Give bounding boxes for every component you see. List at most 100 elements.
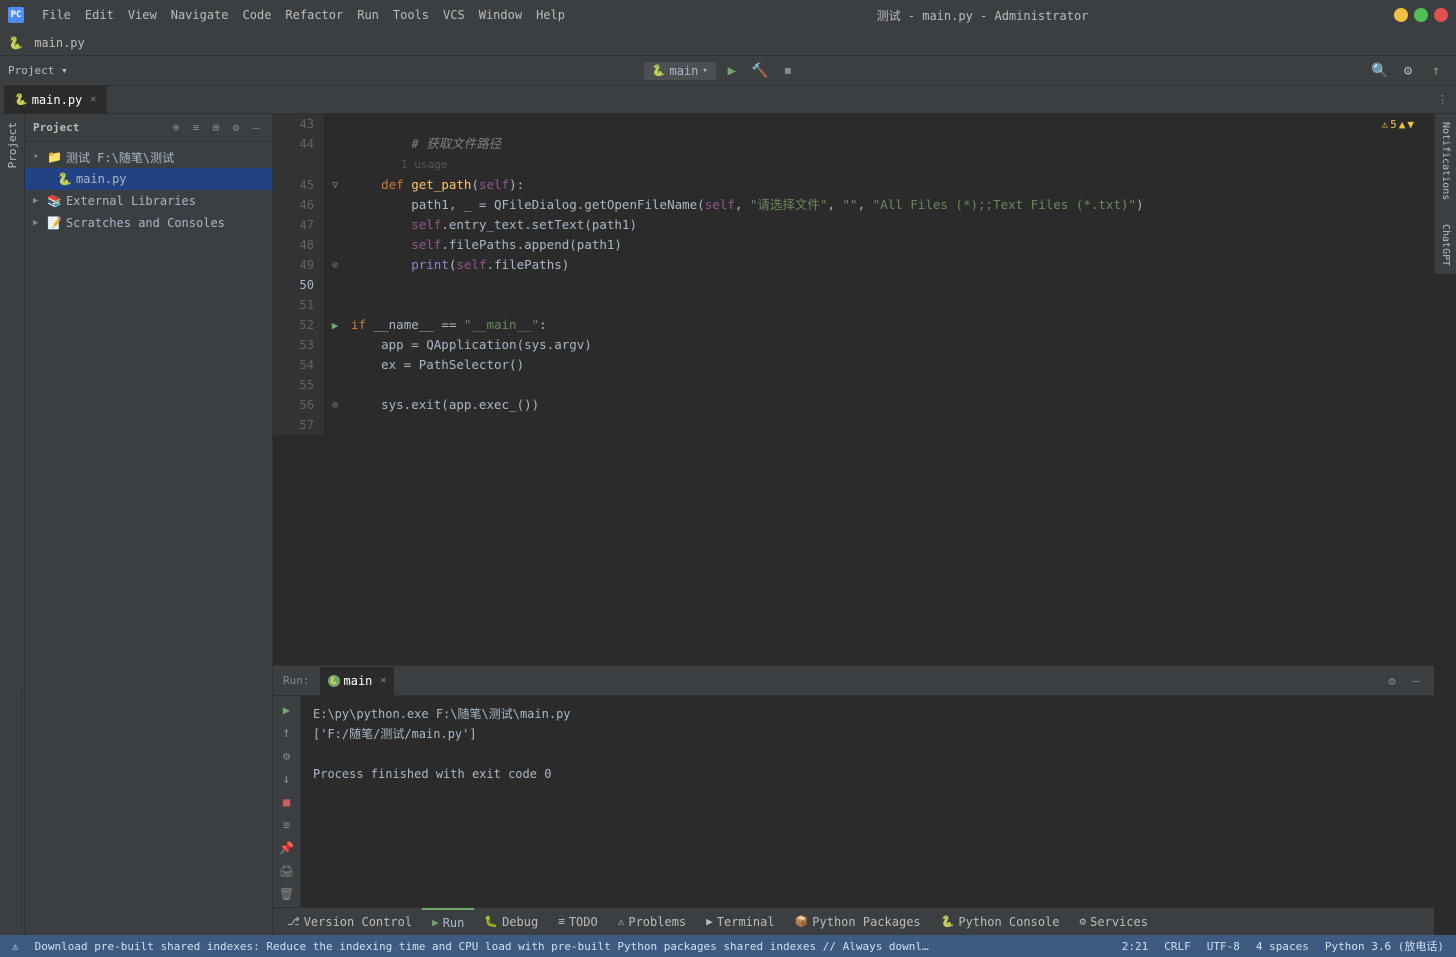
tab-label: main.py [32, 93, 83, 107]
gutter-usage [323, 154, 347, 175]
tool-tab-python-console[interactable]: 🐍 Python Console [931, 908, 1070, 936]
menu-window[interactable]: Window [473, 6, 528, 24]
bottom-panel: Run: 🐍 main ✕ ⚙ — ▶ ↑ ⚙ [273, 665, 1434, 935]
warning-arrow-down[interactable]: ▼ [1407, 118, 1414, 131]
code-lines: 43 44 # 获取文件路径 1 usage [273, 114, 1434, 435]
run-tab-main[interactable]: 🐍 main ✕ [320, 667, 395, 695]
services-icon: ⚙ [1080, 915, 1087, 928]
run-button[interactable]: ▶ [720, 59, 744, 83]
tree-root-folder[interactable]: ▾ 📁 测试 F:\随笔\测试 [25, 146, 272, 168]
code-editor[interactable]: ⚠ 5 ▲ ▼ 43 44 # 获取文件路径 [273, 114, 1434, 665]
line-content-43 [347, 114, 1434, 134]
close-button[interactable]: ✕ [1434, 8, 1448, 22]
sidebar-settings-button[interactable]: ⚙ [228, 120, 244, 136]
run-print-button[interactable]: 🖨 [277, 861, 297, 880]
menu-tools[interactable]: Tools [387, 6, 435, 24]
run-tab-right: ⚙ — [1382, 671, 1430, 691]
tree-external-lib-label: External Libraries [66, 194, 196, 208]
toolbar-left: Project ▾ [8, 64, 76, 77]
collapse-all-button[interactable]: ≡ [188, 120, 204, 136]
menu-edit[interactable]: Edit [79, 6, 120, 24]
run-pin-button[interactable]: 📌 [277, 838, 297, 857]
warning-icon-status: ⚠ [12, 940, 19, 953]
run-configuration[interactable]: 🐍 main ▾ [644, 62, 716, 80]
line-content-55 [347, 375, 1434, 395]
toolbar-right: 🔍 ⚙ ↑ [1368, 59, 1448, 83]
run-stop-button[interactable]: ■ [277, 792, 297, 811]
tree-item-main-py[interactable]: 🐍 main.py [25, 168, 272, 190]
code-line-48: 48 self.filePaths.append(path1) [273, 235, 1434, 255]
menu-refactor[interactable]: Refactor [279, 6, 349, 24]
line-content-50 [347, 275, 1434, 295]
search-button[interactable]: 🔍 [1368, 59, 1392, 83]
run-hide-button[interactable]: — [1406, 671, 1426, 691]
maximize-button[interactable]: □ [1414, 8, 1428, 22]
code-line-44: 44 # 获取文件路径 [273, 134, 1434, 154]
tree-scratches-consoles[interactable]: ▶ 📝 Scratches and Consoles [25, 212, 272, 234]
vcs-button[interactable]: ↑ [1424, 59, 1448, 83]
line-num-46: 46 [273, 195, 323, 215]
chatgpt-tab[interactable]: ChatGPT [1437, 216, 1454, 274]
run-settings-btn[interactable]: ⚙ [277, 746, 297, 765]
line-num-52: 52 [273, 315, 323, 335]
run-scroll-up-button[interactable]: ↑ [277, 723, 297, 742]
status-python-version[interactable]: Python 3.6 (放电话) [1321, 938, 1448, 954]
locate-file-button[interactable]: ⊕ [168, 120, 184, 136]
run-settings-button[interactable]: ⚙ [1382, 671, 1402, 691]
tool-tab-terminal[interactable]: ▶ Terminal [696, 908, 784, 936]
menu-navigate[interactable]: Navigate [165, 6, 235, 24]
gutter-53 [323, 335, 347, 355]
tool-tab-version-control[interactable]: ⎇ Version Control [277, 908, 422, 936]
tool-tab-services-label: Services [1090, 915, 1148, 929]
notifications-tab[interactable]: Notifications [1437, 114, 1454, 208]
app-icon: PC [8, 7, 24, 23]
sidebar-hide-button[interactable]: — [248, 120, 264, 136]
tool-tab-problems[interactable]: ⚠ Problems [608, 908, 696, 936]
bottom-tool-tabs: ⎇ Version Control ▶ Run 🐛 Debug ≡ TODO ⚠ [273, 907, 1434, 935]
menu-help[interactable]: Help [530, 6, 571, 24]
project-tab-button[interactable]: Project [2, 114, 23, 176]
tool-tab-run[interactable]: ▶ Run [422, 908, 474, 936]
warning-arrow-up[interactable]: ▲ [1399, 118, 1406, 131]
status-position[interactable]: 2:21 [1118, 940, 1153, 953]
settings-button[interactable]: ⚙ [1396, 59, 1420, 83]
run-restart-button[interactable]: ▶ [277, 700, 297, 719]
menu-vcs[interactable]: VCS [437, 6, 471, 24]
build-button[interactable]: 🔨 [748, 59, 772, 83]
run-clear-button[interactable]: 🗑 [277, 884, 297, 903]
minimize-button[interactable]: — [1394, 8, 1408, 22]
status-indent[interactable]: 4 spaces [1252, 940, 1313, 953]
run-tab-close[interactable]: ✕ [380, 675, 386, 686]
status-encoding[interactable]: UTF-8 [1203, 940, 1244, 953]
status-line-sep[interactable]: CRLF [1160, 940, 1195, 953]
line-num-47: 47 [273, 215, 323, 235]
status-notification[interactable]: Download pre-built shared indexes: Reduc… [31, 940, 939, 953]
code-line-57: 57 [273, 415, 1434, 435]
code-line-55: 55 [273, 375, 1434, 395]
tool-tab-debug[interactable]: 🐛 Debug [474, 908, 548, 936]
tool-tab-services[interactable]: ⚙ Services [1070, 908, 1158, 936]
run-terminal: E:\py\python.exe F:\随笔\测试\main.py ['F:/随… [301, 696, 1434, 907]
menu-file[interactable]: File [36, 6, 77, 24]
line-content-54: ex = PathSelector() [347, 355, 1434, 375]
problems-icon: ⚠ [618, 915, 625, 928]
file-tab-main-py[interactable]: 🐍 main.py ✕ [4, 86, 107, 114]
tool-tab-python-packages[interactable]: 📦 Python Packages [785, 908, 931, 936]
code-line-52: 52 ▶ if __name__ == "__main__": [273, 315, 1434, 335]
show-options-button[interactable]: ⊞ [208, 120, 224, 136]
tab-overflow-menu[interactable]: ⋮ [1433, 93, 1452, 106]
tree-main-py-label: main.py [76, 172, 127, 186]
tab-close-icon[interactable]: ✕ [90, 94, 96, 105]
run-scroll-down-button[interactable]: ↓ [277, 769, 297, 788]
menu-run[interactable]: Run [351, 6, 385, 24]
tool-tab-todo[interactable]: ≡ TODO [548, 908, 608, 936]
stop-button[interactable]: ⏹ [776, 59, 800, 83]
run-scroll-end-button[interactable]: ≡ [277, 815, 297, 834]
menu-code[interactable]: Code [237, 6, 278, 24]
tree-external-libraries[interactable]: ▶ 📚 External Libraries [25, 190, 272, 212]
warning-badge: ⚠ 5 ▲ ▼ [1382, 118, 1415, 131]
line-num-56: 56 [273, 395, 323, 415]
tree-expand-icon-scratch: ▶ [33, 218, 43, 228]
gutter-57 [323, 415, 347, 435]
menu-view[interactable]: View [122, 6, 163, 24]
